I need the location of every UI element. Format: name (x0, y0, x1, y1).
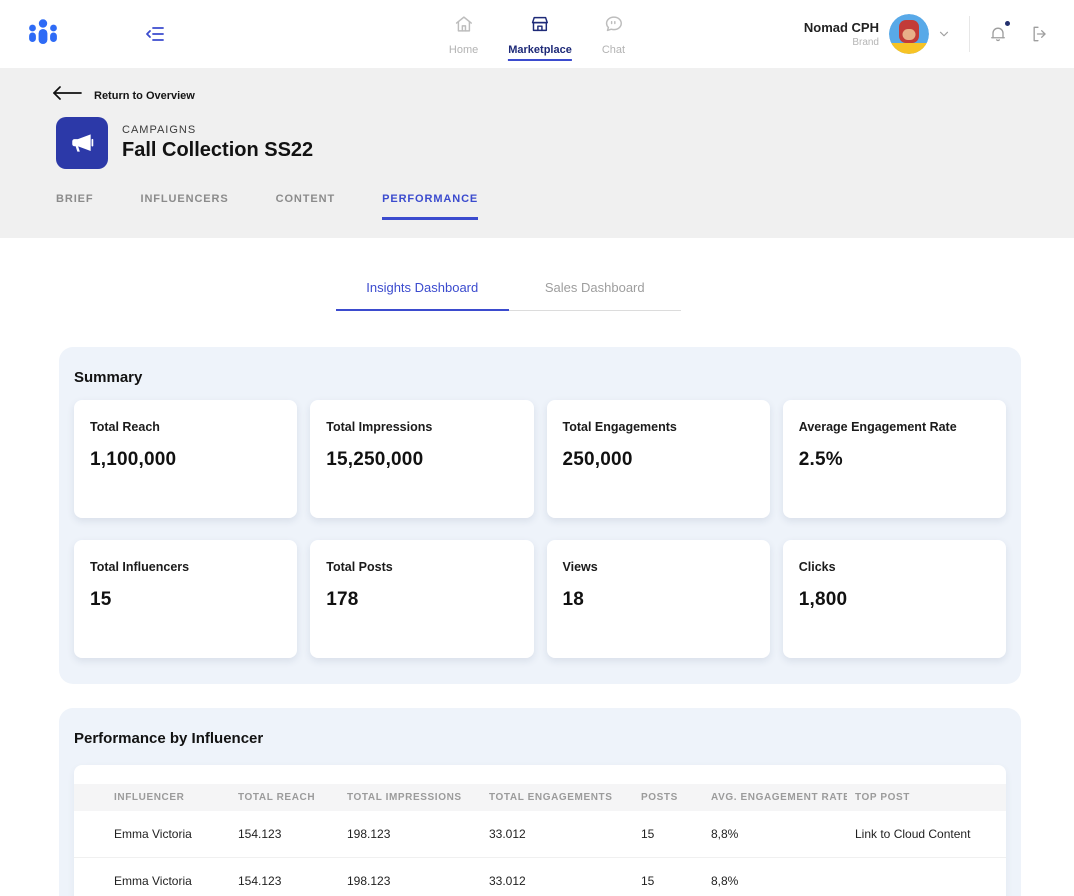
user-menu[interactable]: Nomad CPH Brand (804, 20, 879, 48)
cell-total-engagements: 33.012 (481, 811, 633, 858)
top-post-link[interactable]: Link to Cloud Content (847, 811, 1006, 858)
people-trio-logo-icon (24, 15, 62, 53)
summary-title: Summary (74, 369, 1006, 386)
cell-total-reach: 154.123 (230, 858, 339, 896)
tab-content[interactable]: CONTENT (276, 193, 335, 220)
influencer-table-card: INFLUENCER TOTAL REACH TOTAL IMPRESSIONS… (74, 765, 1006, 896)
main-navigation: Home Marketplace Chat (449, 13, 625, 61)
col-avg-engagement-rate: AVG. ENGAGEMENT RATE (703, 784, 847, 811)
stat-card-total-influencers: Total Influencers 15 (74, 540, 297, 658)
stat-value: 15,250,000 (326, 449, 517, 471)
main-content: Insights Dashboard Sales Dashboard Summa… (0, 280, 1074, 896)
campaign-header: Return to Overview CAMPAIGNS Fall Collec… (0, 68, 1074, 238)
stat-label: Total Posts (326, 560, 517, 574)
table-row[interactable]: Emma Victoria 154.123 198.123 33.012 15 … (74, 811, 1006, 858)
stat-value: 1,800 (799, 589, 990, 611)
back-arrow-icon (52, 86, 82, 105)
marketplace-icon (529, 13, 551, 40)
stat-value: 250,000 (563, 449, 754, 471)
nav-label-marketplace: Marketplace (508, 44, 572, 61)
stat-card-total-reach: Total Reach 1,100,000 (74, 400, 297, 518)
cell-avg-engagement-rate: 8,8% (703, 858, 847, 896)
dashboard-tabs: Insights Dashboard Sales Dashboard (336, 280, 681, 311)
col-posts: POSTS (633, 784, 703, 811)
stat-value: 2.5% (799, 449, 990, 471)
influencer-table-header: INFLUENCER TOTAL REACH TOTAL IMPRESSIONS… (74, 784, 1006, 811)
stat-card-total-impressions: Total Impressions 15,250,000 (310, 400, 533, 518)
app-logo[interactable] (24, 15, 62, 53)
logout-icon[interactable] (1030, 24, 1050, 44)
campaign-category: CAMPAIGNS (122, 124, 313, 136)
col-influencer: INFLUENCER (74, 784, 230, 811)
influencer-table: INFLUENCER TOTAL REACH TOTAL IMPRESSIONS… (74, 784, 1006, 896)
cell-total-reach: 154.123 (230, 811, 339, 858)
cell-total-engagements: 33.012 (481, 858, 633, 896)
menu-collapse-icon[interactable] (144, 23, 166, 45)
col-top-post: TOP POST (847, 784, 1006, 811)
nav-item-marketplace[interactable]: Marketplace (508, 13, 572, 61)
tab-insights-dashboard[interactable]: Insights Dashboard (336, 280, 509, 311)
campaign-title-row: CAMPAIGNS Fall Collection SS22 (56, 117, 1018, 169)
navbar-left (24, 15, 166, 53)
navbar-divider (969, 16, 970, 52)
cell-influencer: Emma Victoria (74, 811, 230, 858)
cell-avg-engagement-rate: 8,8% (703, 811, 847, 858)
tab-influencers[interactable]: INFLUENCERS (141, 193, 229, 220)
navbar-right: Nomad CPH Brand (804, 14, 1050, 54)
stat-value: 1,100,000 (90, 449, 281, 471)
tab-sales-dashboard[interactable]: Sales Dashboard (509, 280, 682, 311)
cell-posts: 15 (633, 858, 703, 896)
stat-label: Total Impressions (326, 420, 517, 434)
user-role: Brand (804, 37, 879, 48)
tab-brief[interactable]: BRIEF (56, 193, 94, 220)
campaign-icon-box (56, 117, 108, 169)
return-to-overview-link[interactable]: Return to Overview (52, 86, 1018, 105)
influencer-table-title: Performance by Influencer (74, 730, 1006, 747)
cell-influencer: Emma Victoria (74, 858, 230, 896)
chevron-down-icon[interactable] (937, 27, 951, 41)
stat-card-views: Views 18 (547, 540, 770, 658)
notification-dot (1005, 21, 1010, 26)
megaphone-icon (69, 130, 95, 156)
cell-total-impressions: 198.123 (339, 811, 481, 858)
influencer-performance-panel: Performance by Influencer INFLUENCER TOT… (59, 708, 1021, 896)
stat-card-total-engagements: Total Engagements 250,000 (547, 400, 770, 518)
stat-label: Total Reach (90, 420, 281, 434)
stat-card-total-posts: Total Posts 178 (310, 540, 533, 658)
notifications-bell-icon[interactable] (988, 23, 1008, 45)
stat-label: Total Influencers (90, 560, 281, 574)
nav-item-home[interactable]: Home (449, 13, 478, 61)
stat-label: Total Engagements (563, 420, 754, 434)
stat-label: Average Engagement Rate (799, 420, 990, 434)
nav-item-chat[interactable]: Chat (602, 13, 625, 61)
tab-performance[interactable]: PERFORMANCE (382, 193, 478, 220)
col-total-reach: TOTAL REACH (230, 784, 339, 811)
avatar[interactable] (889, 14, 929, 54)
home-icon (453, 13, 475, 40)
summary-cards-grid: Total Reach 1,100,000 Total Impressions … (74, 400, 1006, 658)
stat-value: 18 (563, 589, 754, 611)
campaign-tabs: BRIEF INFLUENCERS CONTENT PERFORMANCE (56, 193, 1018, 220)
nav-label-home: Home (449, 44, 478, 56)
col-total-impressions: TOTAL IMPRESSIONS (339, 784, 481, 811)
campaign-title-block: CAMPAIGNS Fall Collection SS22 (122, 124, 313, 162)
cell-posts: 15 (633, 811, 703, 858)
stat-value: 178 (326, 589, 517, 611)
user-name: Nomad CPH (804, 20, 879, 35)
top-navbar: Home Marketplace Chat Noma (0, 0, 1074, 68)
table-row[interactable]: Emma Victoria 154.123 198.123 33.012 15 … (74, 858, 1006, 896)
back-label: Return to Overview (94, 90, 195, 102)
col-total-engagements: TOTAL ENGAGEMENTS (481, 784, 633, 811)
stat-label: Views (563, 560, 754, 574)
stat-card-avg-engagement-rate: Average Engagement Rate 2.5% (783, 400, 1006, 518)
summary-panel: Summary Total Reach 1,100,000 Total Impr… (59, 347, 1021, 684)
top-post-link[interactable] (847, 858, 1006, 896)
page-title: Fall Collection SS22 (122, 139, 313, 162)
stat-label: Clicks (799, 560, 990, 574)
stat-card-clicks: Clicks 1,800 (783, 540, 1006, 658)
chat-icon (602, 13, 624, 40)
cell-total-impressions: 198.123 (339, 858, 481, 896)
nav-label-chat: Chat (602, 44, 625, 56)
stat-value: 15 (90, 589, 281, 611)
